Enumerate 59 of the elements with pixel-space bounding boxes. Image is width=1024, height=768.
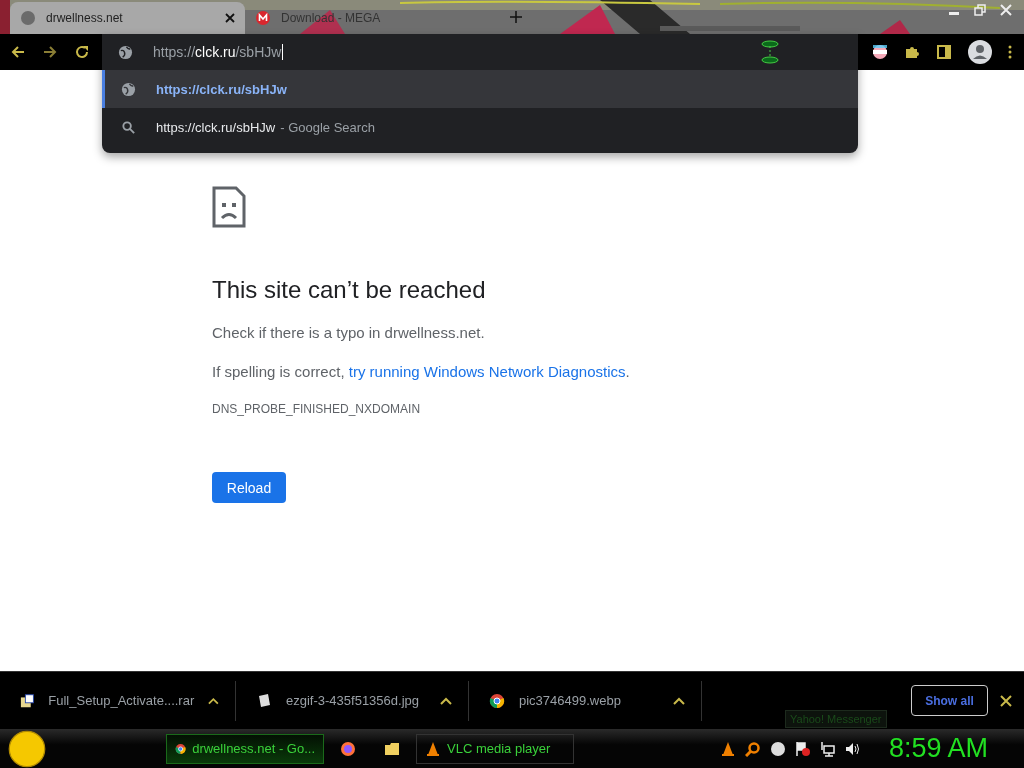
traffic-cone-icon <box>425 740 441 757</box>
download-item[interactable]: pic3746499.webp <box>469 680 702 721</box>
taskbar-button[interactable]: drwellness.net - Go... <box>166 733 324 764</box>
sidebar-icon[interactable] <box>936 44 952 60</box>
forward-icon[interactable] <box>42 44 58 60</box>
browser-tab[interactable]: drwellness.net <box>10 2 245 34</box>
new-tab-icon[interactable] <box>510 11 523 23</box>
clock: 8:59 AM <box>888 733 988 764</box>
download-item[interactable]: ezgif-3-435f51356d.jpg <box>236 680 469 721</box>
error-title: This site can’t be reached <box>212 276 486 304</box>
network-icon[interactable] <box>819 740 836 757</box>
address-field[interactable]: https://clck.ru/sbHJw <box>153 38 760 66</box>
taskbar-button[interactable]: VLC media player <box>416 733 574 764</box>
magnifier-icon[interactable] <box>744 740 761 757</box>
folder-icon <box>384 740 400 757</box>
download-filename: ezgif-3-435f51356d.jpg <box>286 693 420 708</box>
restore-icon[interactable] <box>974 4 986 16</box>
mega-icon <box>255 10 271 26</box>
search-icon <box>121 119 136 135</box>
close-icon[interactable] <box>225 13 235 23</box>
suggestion-item[interactable]: https://clck.ru/sbHJw - Google Search <box>102 108 858 146</box>
flag-icon[interactable] <box>794 740 811 757</box>
download-filename: Full_Setup_Activate....rar <box>48 693 195 708</box>
chevron-icon[interactable] <box>673 696 685 705</box>
puzzle-icon[interactable] <box>904 44 920 60</box>
menu-icon[interactable] <box>1008 44 1012 60</box>
suggestion-hint: - Google Search <box>280 119 375 135</box>
back-icon[interactable] <box>10 44 26 60</box>
archive-icon <box>20 692 35 709</box>
reload-icon[interactable] <box>74 44 90 60</box>
globe-icon <box>118 44 133 60</box>
download-filename: pic3746499.webp <box>519 693 622 708</box>
show-all-button[interactable]: Show all <box>911 685 988 716</box>
taskbar-title: drwellness.net - Go... <box>192 741 315 756</box>
error-message: If spelling is correct, <box>212 363 346 380</box>
download-item[interactable]: Full_Setup_Activate....rar <box>0 680 236 721</box>
error-message: Check if there is a typo in drwellness.net. <box>212 324 485 341</box>
globe-icon <box>20 10 36 26</box>
globe-icon <box>121 81 136 97</box>
chevron-icon[interactable] <box>208 696 219 705</box>
suggestion-text: https://clck.ru/sbHJw <box>156 119 276 135</box>
firefox-icon <box>340 740 356 757</box>
suggestion-text: https://clck.ru/sbHJw <box>156 81 287 97</box>
tab-title: drwellness.net <box>46 11 124 25</box>
chrome-icon <box>489 692 505 709</box>
extension-icon[interactable] <box>760 40 780 64</box>
close-icon[interactable] <box>1000 694 1012 707</box>
error-message: . <box>625 363 630 380</box>
sad-page-icon <box>212 186 246 228</box>
reload-button[interactable]: Reload <box>212 472 286 503</box>
diagnostics-link[interactable]: try running Windows Network Diagnostics <box>348 363 626 380</box>
file-icon <box>256 692 272 709</box>
error-code: DNS_PROBE_FINISHED_NXDOMAIN <box>212 402 421 416</box>
flag-icon[interactable] <box>872 44 888 60</box>
profile-icon[interactable] <box>968 40 992 64</box>
suggestion-item[interactable]: https://clck.ru/sbHJw <box>102 70 858 108</box>
chevron-icon[interactable] <box>440 696 452 705</box>
taskbar-title: VLC media player <box>447 741 551 756</box>
traffic-cone-icon[interactable] <box>719 740 736 757</box>
